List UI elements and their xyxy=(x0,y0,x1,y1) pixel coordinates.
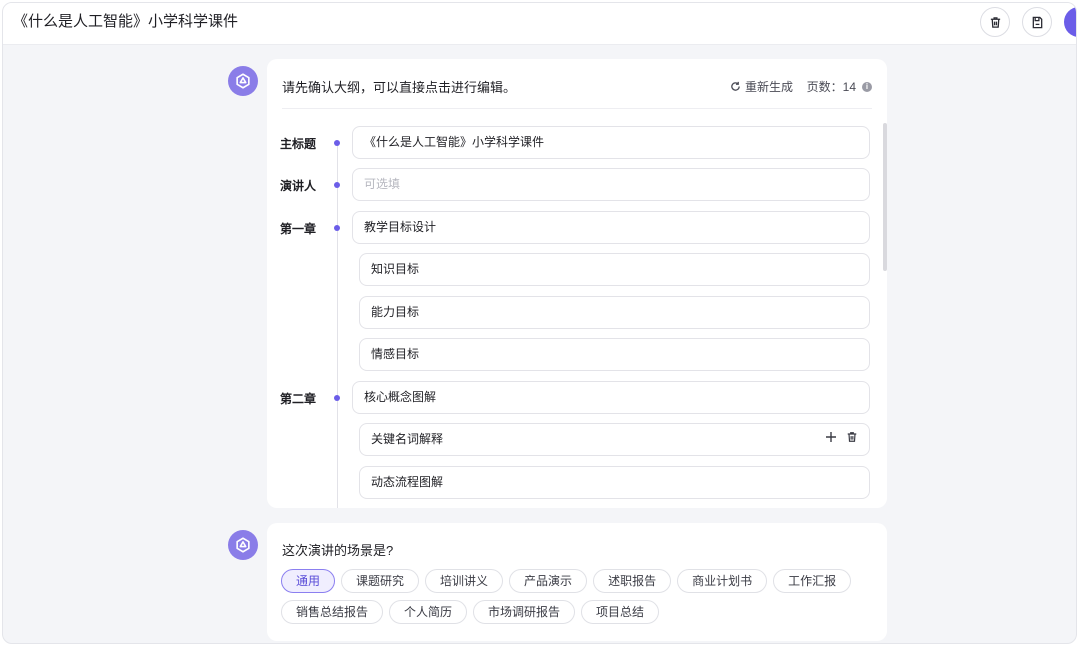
outline-row-section: 情感目标 xyxy=(267,338,887,372)
section-field-text: 关键名词解释 xyxy=(371,432,444,446)
plus-icon[interactable] xyxy=(825,431,837,443)
scene-chip-list: 通用 课题研究 培训讲义 产品演示 述职报告 商业计划书 工作汇报 销售总结报告… xyxy=(281,569,871,624)
outline-card: 请先确认大纲，可以直接点击进行编辑。 重新生成 页数：14 i 主标题 《什么是… xyxy=(267,59,887,508)
scene-card: 这次演讲的场景是? 通用 课题研究 培训讲义 产品演示 述职报告 商业计划书 工… xyxy=(267,523,887,641)
scene-chip[interactable]: 个人简历 xyxy=(389,600,468,624)
outline-row-chapter-2: 第二章 核心概念图解 xyxy=(267,381,887,415)
save-icon xyxy=(1032,16,1042,28)
save-button[interactable] xyxy=(1022,7,1052,37)
section-field[interactable]: 能力目标 xyxy=(359,296,870,329)
scene-chip[interactable]: 市场调研报告 xyxy=(473,600,576,624)
page-title: 《什么是人工智能》小学科学课件 xyxy=(13,13,239,30)
row-label: 第二章 xyxy=(280,392,317,406)
chapter-field[interactable]: 教学目标设计 xyxy=(352,211,870,244)
bot-avatar xyxy=(228,530,258,560)
section-field[interactable]: 知识目标 xyxy=(359,253,870,286)
row-actions xyxy=(825,431,858,443)
outline-tree: 主标题 《什么是人工智能》小学科学课件 演讲人 可选填 第一章 教学目标设计 知… xyxy=(267,109,887,508)
scene-chip[interactable]: 述职报告 xyxy=(593,569,672,593)
app-window: 《什么是人工智能》小学科学课件 请先确认大纲，可以直接点击进行编辑。 重新生成 xyxy=(2,2,1077,644)
outline-header: 请先确认大纲，可以直接点击进行编辑。 重新生成 页数：14 i xyxy=(282,59,872,109)
info-icon[interactable]: i xyxy=(862,81,872,92)
row-dot xyxy=(334,182,340,188)
scene-chip-selected[interactable]: 通用 xyxy=(281,569,336,593)
regenerate-label: 重新生成 xyxy=(744,80,793,94)
header-bar: 《什么是人工智能》小学科学课件 xyxy=(3,3,1076,45)
bot-logo-icon xyxy=(236,537,250,553)
chapter-field[interactable]: 核心概念图解 xyxy=(352,381,870,414)
row-dot xyxy=(334,225,340,231)
scene-question: 这次演讲的场景是? xyxy=(282,543,394,558)
trash-icon xyxy=(990,16,1000,28)
scene-chip[interactable]: 项目总结 xyxy=(581,600,660,624)
outline-row-chapter-1: 第一章 教学目标设计 xyxy=(267,211,887,245)
section-field[interactable]: 动态流程图解 xyxy=(359,466,870,499)
row-label: 第一章 xyxy=(280,222,317,236)
row-label: 主标题 xyxy=(280,137,317,151)
row-label: 演讲人 xyxy=(280,179,317,193)
scene-chip[interactable]: 课题研究 xyxy=(341,569,420,593)
outline-row-section-hovered: 关键名词解释 xyxy=(267,423,887,457)
scene-chip[interactable]: 培训讲义 xyxy=(425,569,504,593)
delete-button[interactable] xyxy=(980,7,1010,37)
speaker-field[interactable]: 可选填 xyxy=(352,168,870,201)
scene-chip[interactable]: 工作汇报 xyxy=(773,569,852,593)
row-dot xyxy=(334,140,340,146)
outline-row-section: 知识目标 xyxy=(267,253,887,287)
main-title-field[interactable]: 《什么是人工智能》小学科学课件 xyxy=(352,126,870,159)
scene-chip[interactable]: 产品演示 xyxy=(509,569,588,593)
bot-avatar xyxy=(228,66,258,96)
page-count-label: 页数：14 xyxy=(806,80,856,94)
outline-row-section: 动态流程图解 xyxy=(267,466,887,500)
page-count: 页数：14 i xyxy=(807,78,872,95)
user-avatar[interactable] xyxy=(1064,7,1076,37)
row-dot xyxy=(334,395,340,401)
regenerate-button[interactable]: 重新生成 xyxy=(730,78,793,95)
trash-icon[interactable] xyxy=(846,431,858,443)
bot-logo-icon xyxy=(236,73,250,89)
outline-row-speaker: 演讲人 可选填 xyxy=(267,168,887,202)
outline-row-main-title: 主标题 《什么是人工智能》小学科学课件 xyxy=(267,126,887,160)
section-field[interactable]: 情感目标 xyxy=(359,338,870,371)
outline-prompt: 请先确认大纲，可以直接点击进行编辑。 xyxy=(282,80,517,95)
refresh-icon xyxy=(731,81,740,91)
scene-chip[interactable]: 销售总结报告 xyxy=(281,600,384,624)
scene-chip[interactable]: 商业计划书 xyxy=(677,569,768,593)
section-field[interactable]: 关键名词解释 xyxy=(359,423,870,456)
outline-row-section: 能力目标 xyxy=(267,296,887,330)
outline-scrollbar[interactable] xyxy=(883,123,887,271)
